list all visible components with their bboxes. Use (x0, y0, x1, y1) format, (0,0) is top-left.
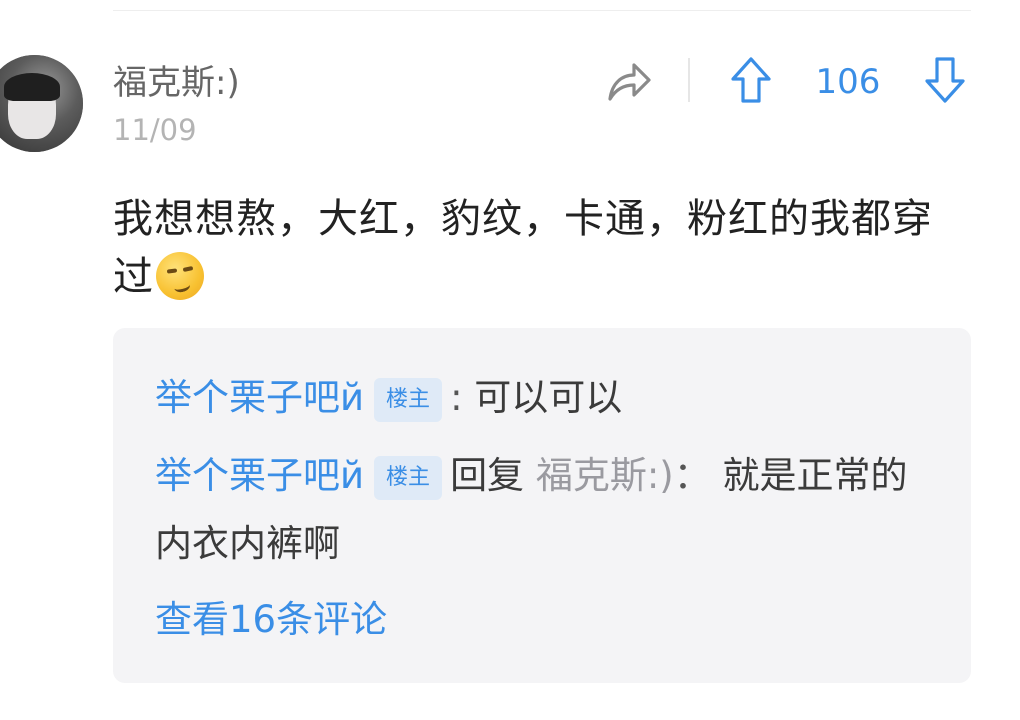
comment-date: 11/09 (113, 113, 197, 147)
top-divider (113, 10, 971, 11)
avatar[interactable] (0, 55, 83, 152)
reply-word: 回复 (450, 454, 525, 497)
reply-box: 举个栗子吧й 楼主: 可以可以 举个栗子吧й 楼主 回复 福克斯:)： 就是正常的内衣… (113, 328, 971, 683)
downvote-icon[interactable] (924, 56, 966, 104)
reply-separator: : (450, 376, 463, 419)
view-more-comments-link[interactable]: 查看16条评论 (155, 590, 387, 650)
reply-username[interactable]: 举个栗子吧й (155, 376, 364, 419)
author-badge: 楼主 (374, 456, 443, 500)
reply-item: 举个栗子吧й 楼主: 可以可以 (155, 364, 935, 432)
avatar-hair (4, 73, 60, 101)
author-badge: 楼主 (374, 378, 443, 422)
vote-count: 106 (815, 62, 881, 102)
reply-item: 举个栗子吧й 楼主 回复 福克斯:)： 就是正常的内衣内裤啊 (155, 442, 935, 578)
comment-username[interactable]: 福克斯:) (113, 60, 240, 106)
reply-text: 可以可以 (474, 376, 623, 419)
smirk-emoji-icon (156, 252, 204, 300)
comment-text: 我想想熬，大红，豹纹，卡通，粉红的我都穿过 (113, 196, 933, 300)
reply-username[interactable]: 举个栗子吧й (155, 454, 364, 497)
reply-to-username[interactable]: 福克斯:) (536, 454, 674, 497)
upvote-icon[interactable] (730, 56, 772, 104)
action-divider (688, 58, 690, 102)
comment-content: 我想想熬，大红，豹纹，卡通，粉红的我都穿过 (113, 190, 973, 306)
reply-separator: ： (673, 454, 711, 497)
share-icon[interactable] (606, 59, 652, 103)
